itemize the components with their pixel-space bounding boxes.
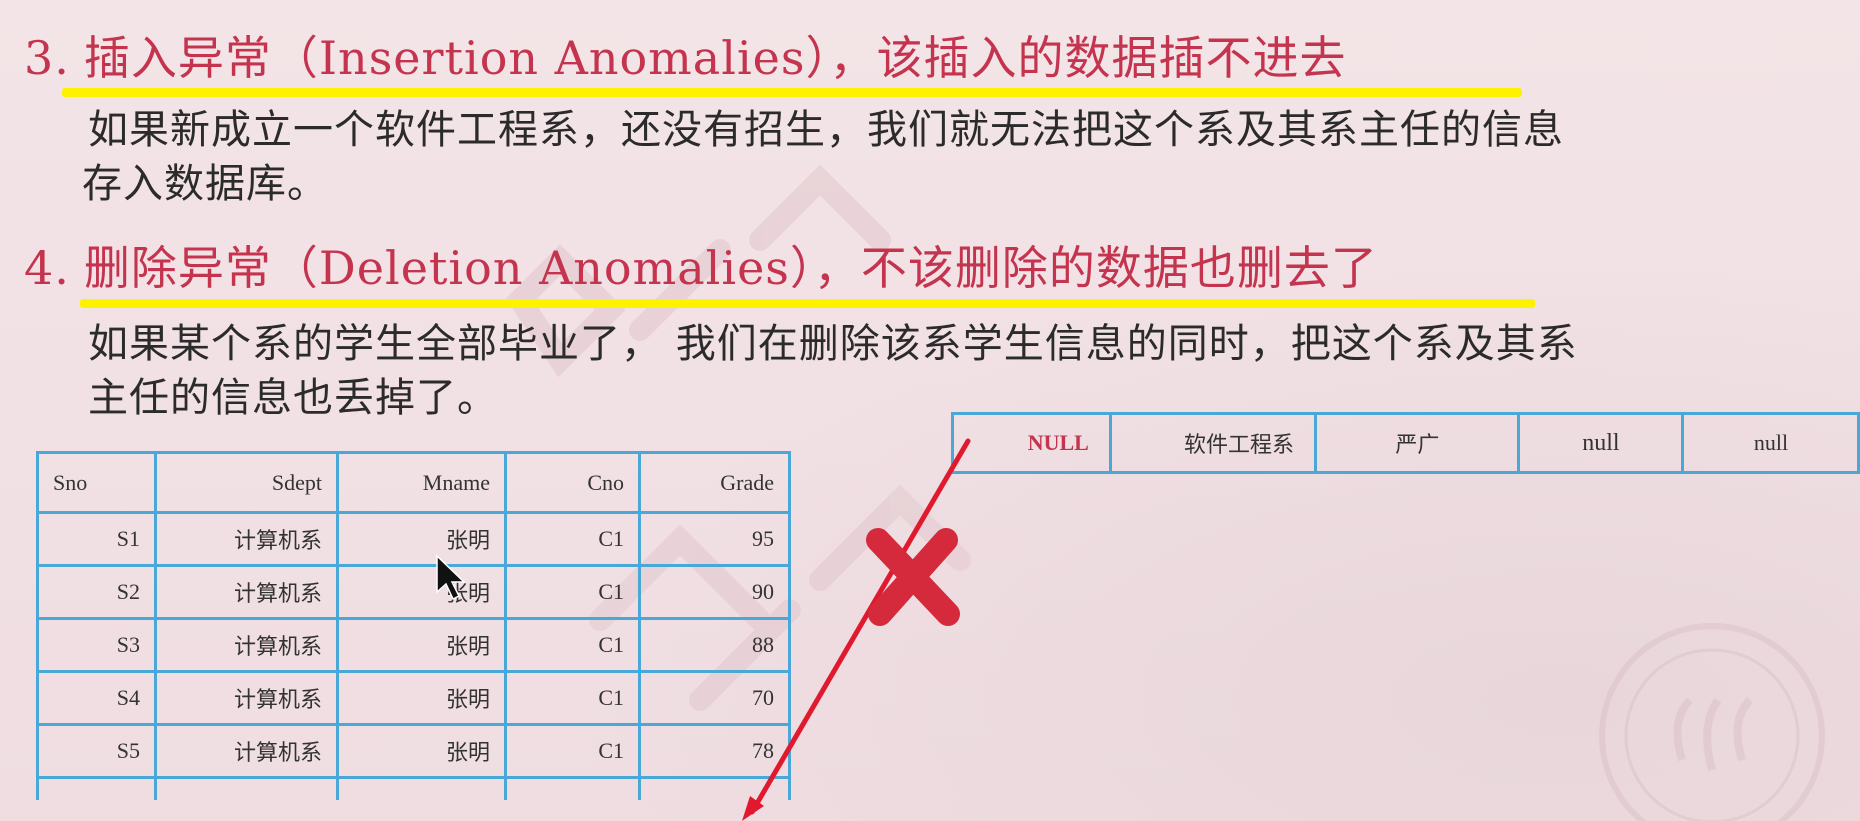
insert-arrow-icon (742, 438, 971, 821)
annotation-overlay (436, 438, 971, 821)
mouse-cursor-icon (436, 554, 466, 601)
